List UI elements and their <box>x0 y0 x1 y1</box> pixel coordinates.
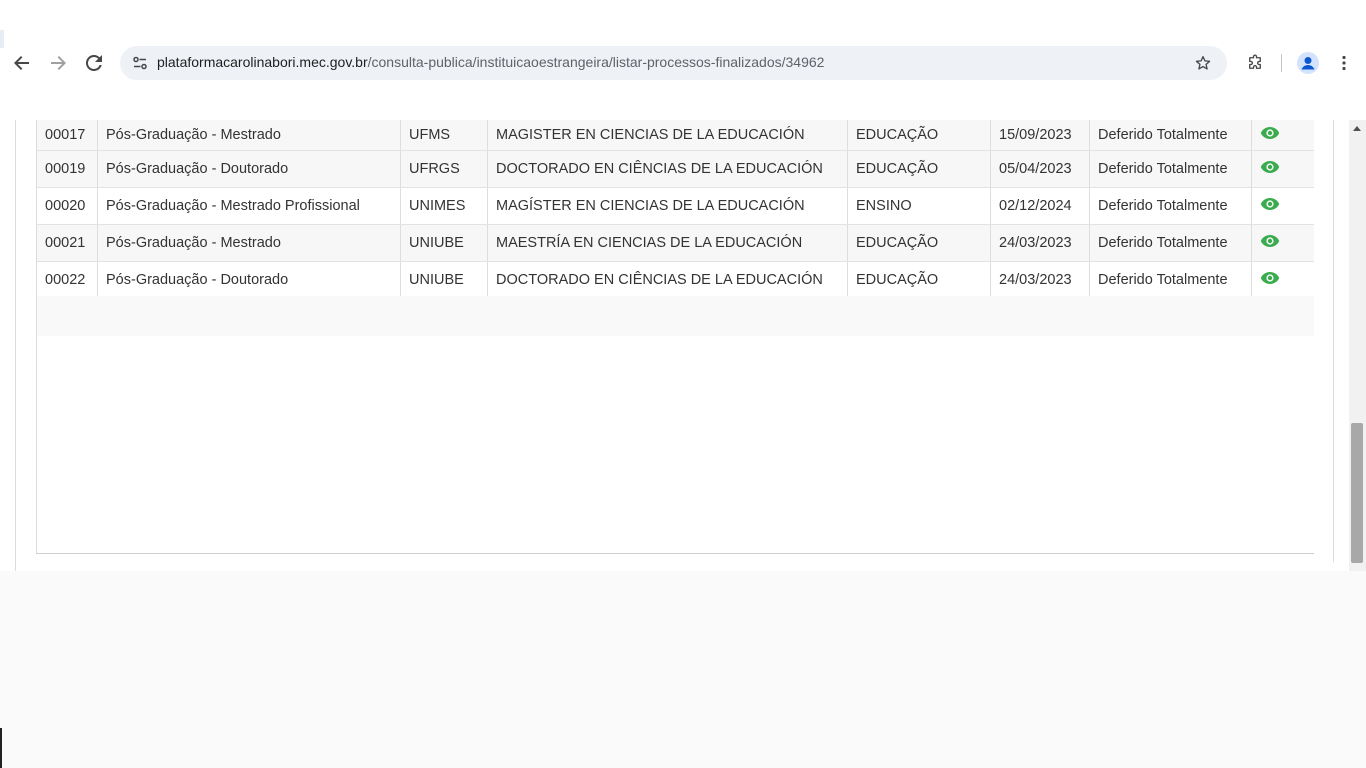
eye-icon <box>1260 198 1280 210</box>
cell-status: Deferido Totalmente <box>1089 224 1252 262</box>
extensions-button[interactable] <box>1241 49 1269 77</box>
eye-icon <box>1260 235 1280 247</box>
panel-border <box>15 120 16 571</box>
site-info-icon <box>133 56 147 70</box>
cell-area: EDUCAÇÃO <box>847 261 991 299</box>
site-info-button[interactable] <box>128 51 152 75</box>
cell-date: 24/03/2023 <box>990 261 1090 299</box>
view-button[interactable] <box>1260 161 1280 178</box>
browser-menu-button[interactable] <box>1330 49 1358 77</box>
tab-edge <box>0 30 4 48</box>
cell-course: MAGISTER EN CIENCIAS DE LA EDUCACIÓN <box>487 120 848 151</box>
text-cursor <box>0 728 2 768</box>
cell-area: ENSINO <box>847 187 991 225</box>
cell-type: Pós-Graduação - Doutorado <box>97 150 401 188</box>
cell-number: 00021 <box>37 224 98 262</box>
cell-institution: UFMS <box>400 120 488 151</box>
url-host: plataformacarolinabori.mec.gov.br <box>157 54 368 70</box>
processes-table-container: 00017 Pós-Graduação - Mestrado UFMS MAGI… <box>36 120 1314 554</box>
table-row: 00020 Pós-Graduação - Mestrado Profissio… <box>37 187 1314 225</box>
table-row: 00017 Pós-Graduação - Mestrado UFMS MAGI… <box>37 120 1314 151</box>
view-button[interactable] <box>1260 235 1280 252</box>
panel-border <box>1333 120 1334 562</box>
table-row: 00019 Pós-Graduação - Doutorado UFRGS DO… <box>37 150 1314 188</box>
reload-icon <box>86 55 102 71</box>
cell-date: 05/04/2023 <box>990 150 1090 188</box>
eye-icon <box>1260 127 1280 139</box>
browser-toolbar: plataformacarolinabori.mec.gov.br/consul… <box>0 0 1366 120</box>
star-icon <box>1195 56 1211 70</box>
cell-type: Pós-Graduação - Mestrado <box>97 224 401 262</box>
back-button[interactable] <box>8 49 36 77</box>
profile-icon <box>1297 52 1319 74</box>
cell-date: 02/12/2024 <box>990 187 1090 225</box>
cell-area: EDUCAÇÃO <box>847 224 991 262</box>
table-row: 00021 Pós-Graduação - Mestrado UNIUBE MA… <box>37 224 1314 262</box>
profile-button[interactable] <box>1294 49 1322 77</box>
cell-number: 00019 <box>37 150 98 188</box>
cell-action <box>1251 150 1314 188</box>
cell-type: Pós-Graduação - Mestrado <box>97 120 401 151</box>
cell-status: Deferido Totalmente <box>1089 261 1252 299</box>
toolbar-separator <box>1281 54 1282 72</box>
cell-action <box>1251 224 1314 262</box>
cell-institution: UNIMES <box>400 187 488 225</box>
eye-icon <box>1260 161 1280 173</box>
processes-table: 00017 Pós-Graduação - Mestrado UFMS MAGI… <box>37 120 1314 299</box>
cell-date: 24/03/2023 <box>990 224 1090 262</box>
url-path: /consulta-publica/instituicaoestrangeira… <box>367 54 825 70</box>
reload-button[interactable] <box>80 49 108 77</box>
address-bar[interactable]: plataformacarolinabori.mec.gov.br/consul… <box>120 46 1227 80</box>
table-empty-space <box>37 296 1314 336</box>
eye-icon <box>1260 272 1280 284</box>
cell-number: 00020 <box>37 187 98 225</box>
page-scrollbar[interactable] <box>1349 120 1366 571</box>
page-content: 00017 Pós-Graduação - Mestrado UFMS MAGI… <box>0 120 1349 571</box>
cell-status: Deferido Totalmente <box>1089 120 1252 151</box>
cell-type: Pós-Graduação - Mestrado Profissional <box>97 187 401 225</box>
cell-type: Pós-Graduação - Doutorado <box>97 261 401 299</box>
kebab-menu-icon <box>1342 55 1346 71</box>
cell-status: Deferido Totalmente <box>1089 187 1252 225</box>
cell-course: MAESTRÍA EN CIENCIAS DE LA EDUCACIÓN <box>487 224 848 262</box>
cell-institution: UNIUBE <box>400 261 488 299</box>
cell-action <box>1251 187 1314 225</box>
scrollbar-thumb[interactable] <box>1351 423 1363 563</box>
cell-status: Deferido Totalmente <box>1089 150 1252 188</box>
forward-button[interactable] <box>44 49 72 77</box>
cell-number: 00017 <box>37 120 98 151</box>
cell-institution: UFRGS <box>400 150 488 188</box>
cell-action <box>1251 261 1314 299</box>
scroll-up-arrow[interactable] <box>1353 126 1361 131</box>
bookmark-button[interactable] <box>1191 51 1215 75</box>
cell-area: EDUCAÇÃO <box>847 150 991 188</box>
cell-institution: UNIUBE <box>400 224 488 262</box>
cell-course: MAGÍSTER EN CIENCIAS DE LA EDUCACIÓN <box>487 187 848 225</box>
table-row: 00022 Pós-Graduação - Doutorado UNIUBE D… <box>37 261 1314 299</box>
url-text[interactable]: plataformacarolinabori.mec.gov.br/consul… <box>157 54 824 70</box>
cell-area: EDUCAÇÃO <box>847 120 991 151</box>
view-button[interactable] <box>1260 198 1280 215</box>
cell-course: DOCTORADO EN CIÊNCIAS DE LA EDUCACIÓN <box>487 150 848 188</box>
view-button[interactable] <box>1260 272 1280 289</box>
view-button[interactable] <box>1260 127 1280 144</box>
cell-action <box>1251 120 1314 151</box>
cell-number: 00022 <box>37 261 98 299</box>
cell-date: 15/09/2023 <box>990 120 1090 151</box>
cell-course: DOCTORADO EN CIÊNCIAS DE LA EDUCACIÓN <box>487 261 848 299</box>
back-arrow-icon <box>14 56 29 70</box>
forward-arrow-icon <box>51 56 66 70</box>
extensions-icon <box>1249 54 1261 69</box>
